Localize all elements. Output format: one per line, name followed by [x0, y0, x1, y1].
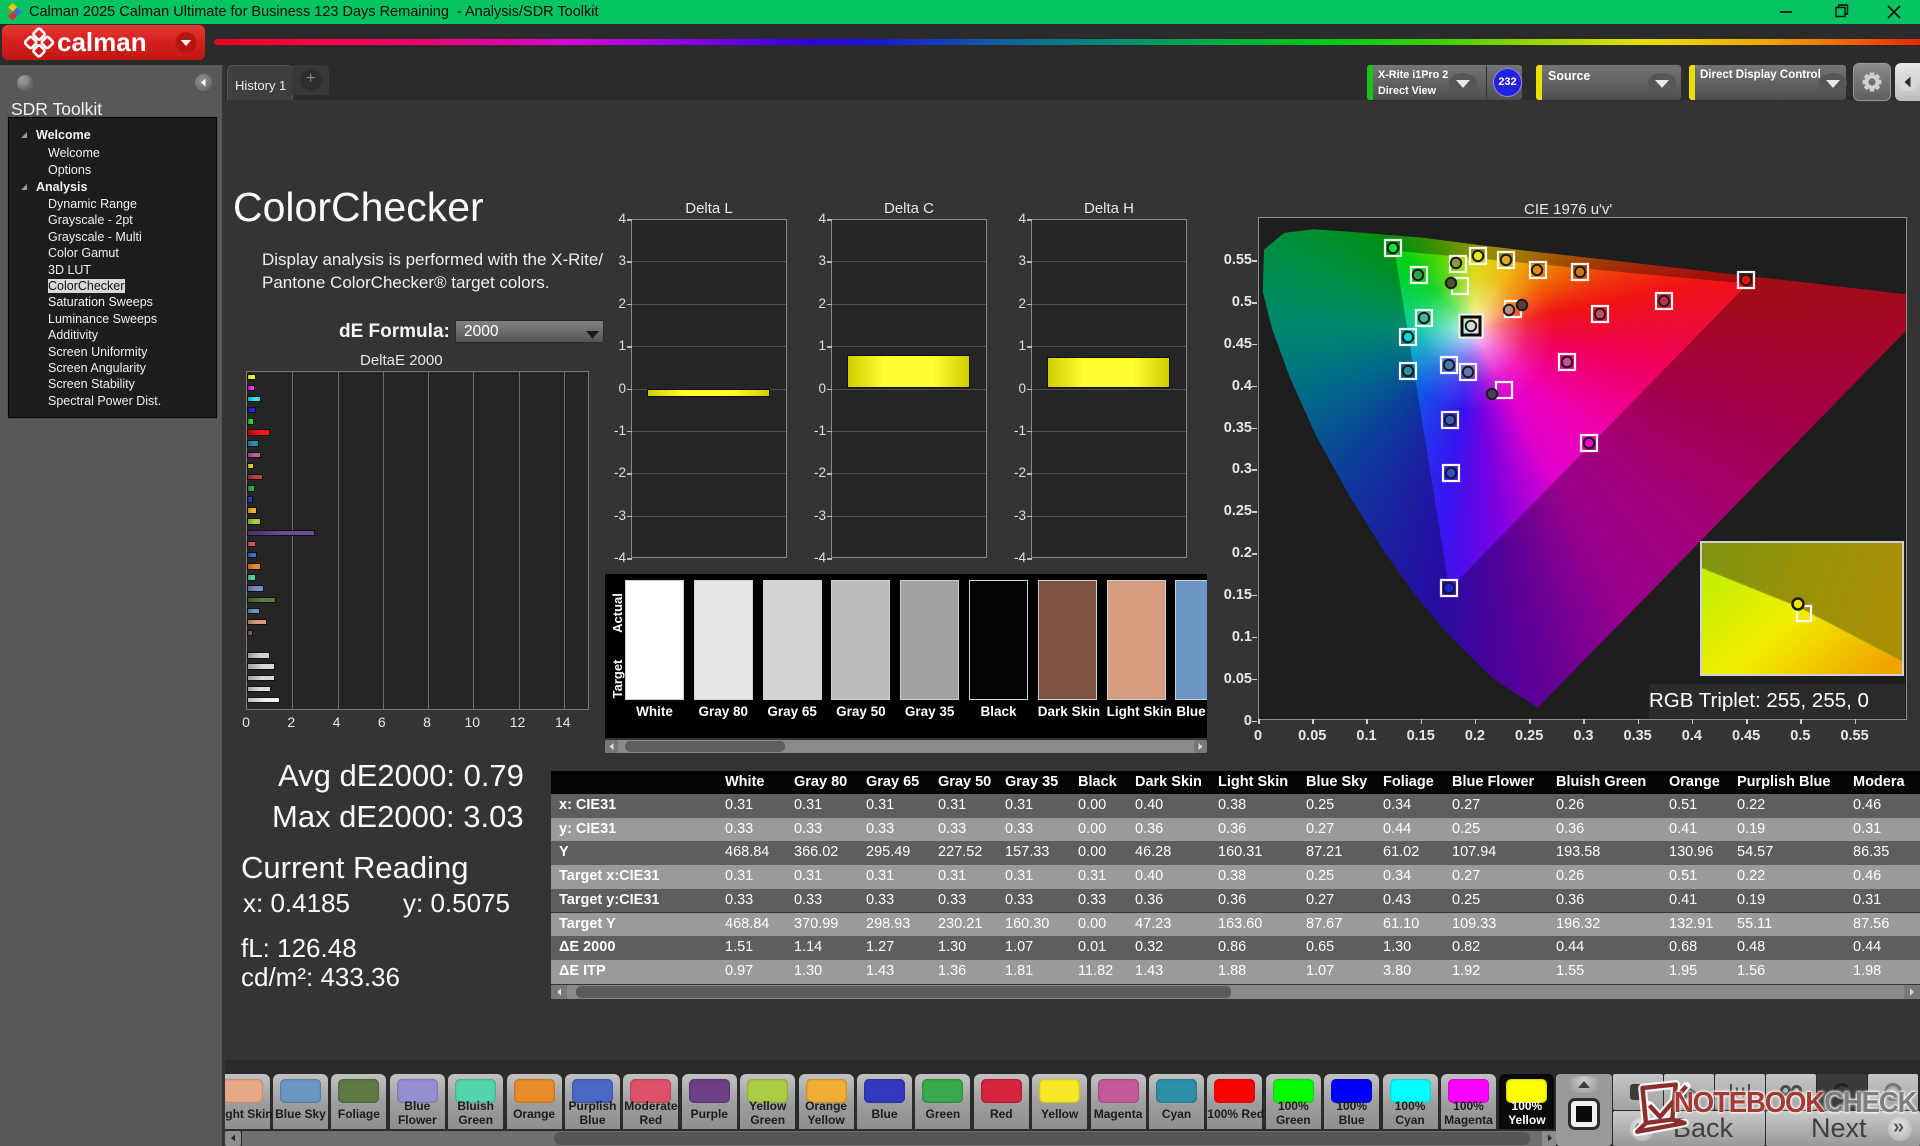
svg-text:calman: calman	[57, 27, 147, 57]
